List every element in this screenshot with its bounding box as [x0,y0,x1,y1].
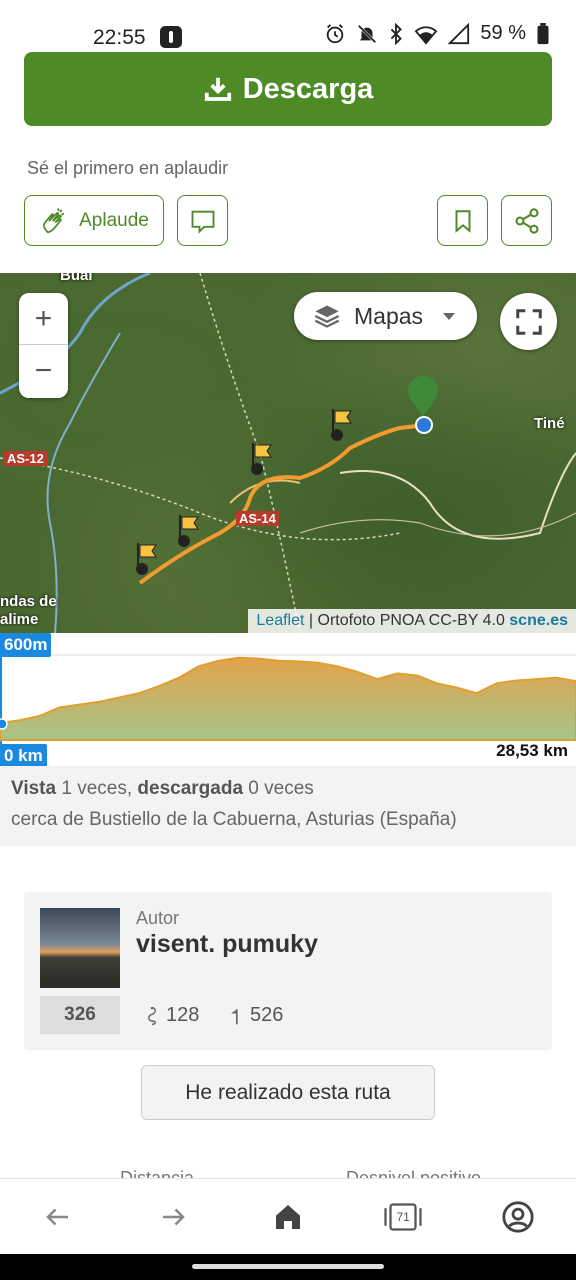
tabs-button[interactable]: 71 [373,1187,433,1247]
author-followers-stat: 526 [228,1004,283,1027]
map-layers-label: Mapas [354,302,424,329]
map-label-town: Tiné [534,415,565,432]
comment-icon [191,210,214,234]
home-icon [275,1204,300,1229]
arrow-left-icon [45,1208,68,1225]
battery-icon [537,22,549,44]
author-card[interactable]: Autor visent. pumuky 326 128 526 [24,892,552,1050]
source-link[interactable]: scne.es [509,612,568,630]
map-label-town: Bual [60,273,93,284]
applaud-button[interactable]: Aplaude [24,195,164,246]
zoom-in-button[interactable]: + [19,293,68,345]
bookmark-button[interactable] [437,195,488,246]
author-routes-value: 128 [166,1004,200,1026]
route-icon [148,1006,156,1025]
zoom-control: + − [19,293,68,398]
applaud-prompt: Sé el primero en aplaudir [27,158,229,178]
applaud-label: Aplaude [79,209,149,231]
status-icons: 59 % [324,22,550,45]
elevation-x-min-label: 0 km [0,744,47,768]
attribution-text: | Ortofoto PNOA CC-BY 4.0 [304,612,510,629]
bluetooth-icon [391,22,403,45]
account-icon [502,1200,534,1233]
arrow-right-icon [162,1208,185,1225]
share-icon [514,207,539,234]
browser-bottom-nav: 71 [0,1178,576,1254]
home-button[interactable] [258,1187,318,1247]
author-label: Autor [136,908,180,928]
views-downloads-line: Vista 1 veces, descargada 0 veces [11,778,314,800]
map-label-road: AS-14 [236,511,279,526]
views-label: Vista [11,778,57,799]
system-navigation-bar [0,1254,576,1280]
download-button[interactable]: Descarga [24,52,552,126]
current-location-dot [415,416,433,434]
flag-marker[interactable] [178,515,199,547]
app-notification-icon [160,26,182,48]
forward-button[interactable] [143,1187,203,1247]
wifi-icon [415,25,438,45]
author-avatar[interactable] [40,908,120,988]
back-button[interactable] [28,1187,88,1247]
route-stats: Vista 1 veces, descargada 0 veces cerca … [0,766,576,846]
bookmark-icon [455,209,470,233]
battery-percent: 59 % [480,22,526,44]
map-layers-button[interactable]: Mapas [294,292,477,340]
flag-marker[interactable] [331,409,352,441]
map-attribution: Leaflet | Ortofoto PNOA CC-BY 4.0 scne.e… [248,609,576,633]
zoom-out-button[interactable]: − [19,345,68,397]
tabs-count: 71 [396,1209,410,1224]
status-bar: 22:55 59 % [0,0,576,56]
done-route-button[interactable]: He realizado esta ruta [141,1065,435,1120]
download-label: Descarga [242,72,374,105]
fullscreen-button[interactable] [500,293,557,350]
elevation-area [0,656,576,741]
signal-icon [448,22,470,44]
elevation-cursor [0,718,8,730]
fullscreen-icon [515,308,542,335]
map-label-place: alime [0,611,39,628]
leaflet-link[interactable]: Leaflet [256,612,304,630]
clap-icon [43,207,65,233]
author-routes-stat: 128 [144,1004,199,1027]
downloads-value: 0 veces [243,778,314,799]
chevron-down-icon [443,312,456,320]
map-label-road: AS-12 [4,451,47,466]
author-count-badge: 326 [40,996,120,1034]
share-button[interactable] [501,195,552,246]
downloads-label: descargada [137,778,244,799]
comment-button[interactable] [177,195,228,246]
layers-icon [314,305,340,328]
elevation-chart [0,633,576,753]
download-icon [204,77,231,101]
flag-marker[interactable] [136,543,157,575]
author-name[interactable]: visent. pumuky [136,930,318,959]
views-value: 1 veces, [56,778,138,799]
elevation-x-max-label: 28,53 km [496,741,568,760]
route-map[interactable]: Bual Tiné AS-12 AS-14 ndas de alime + − … [0,273,576,633]
mute-icon [358,24,377,43]
home-handle[interactable] [192,1264,384,1269]
map-label-place: ndas de [0,593,57,610]
author-followers-value: 526 [250,1004,284,1026]
account-button[interactable] [488,1187,548,1247]
elevation-y-max-label: 600m [0,633,52,657]
elevation-profile[interactable]: 600m 0 km 28,53 km [0,633,576,768]
map-terrain [0,273,576,633]
start-pin-marker[interactable] [408,376,438,417]
alarm-icon [327,23,344,43]
status-time: 22:55 [93,26,146,49]
route-location: cerca de Bustiello de la Cabuerna, Astur… [11,809,457,830]
flag-icon [231,1008,238,1024]
flag-marker[interactable] [251,443,272,475]
